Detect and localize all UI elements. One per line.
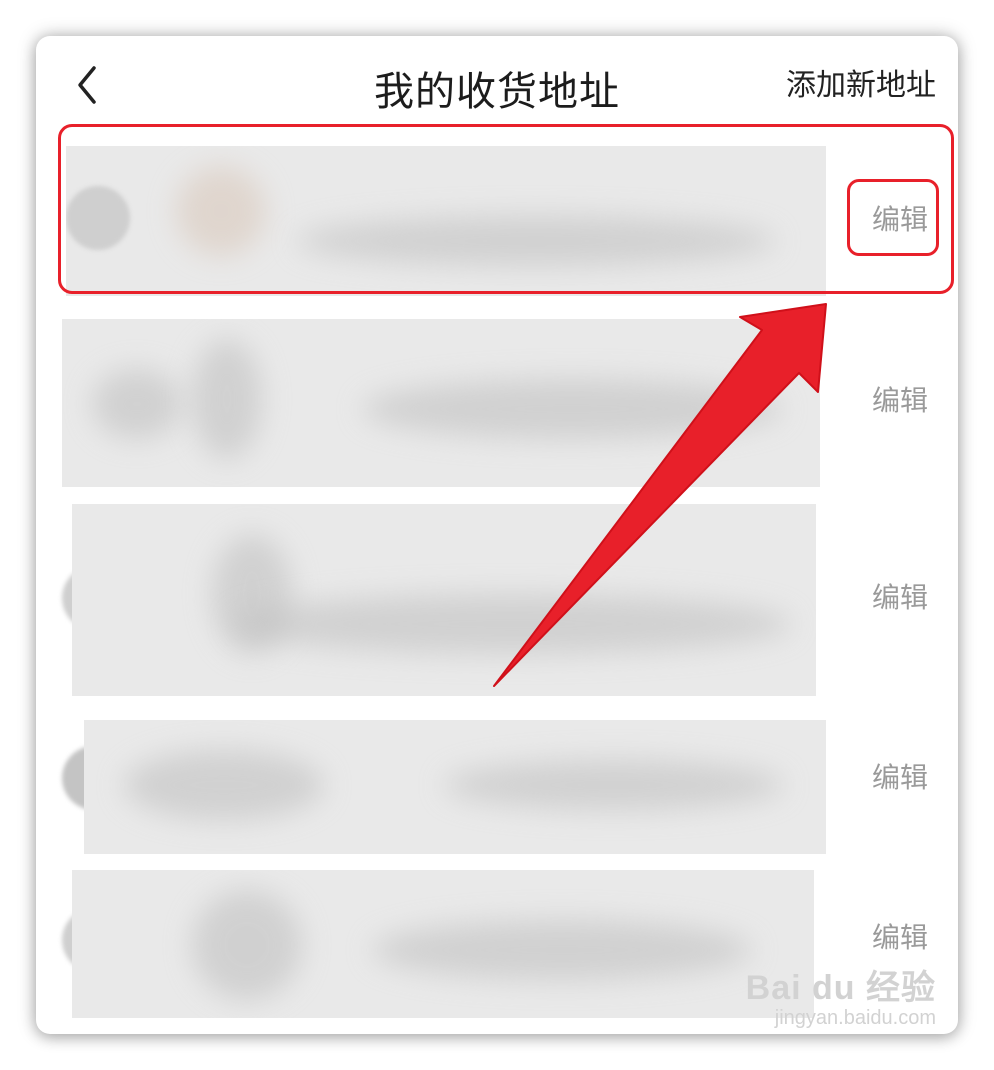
- address-list-screen: 我的收货地址 添加新地址 编辑 编辑 编辑 编辑 编辑 Bai du 经验 ji…: [36, 36, 958, 1034]
- watermark-logo: Bai du 经验: [745, 969, 936, 1007]
- edit-button[interactable]: 编辑: [872, 379, 928, 419]
- address-info-blurred: [62, 319, 820, 487]
- address-item[interactable]: 编辑: [36, 504, 958, 696]
- address-item[interactable]: 编辑: [36, 319, 958, 487]
- address-info-blurred: [84, 720, 826, 854]
- add-new-address-button[interactable]: 添加新地址: [786, 60, 936, 104]
- address-item[interactable]: 编辑: [36, 720, 958, 854]
- edit-button[interactable]: 编辑: [872, 756, 928, 796]
- address-item[interactable]: 编辑: [36, 146, 958, 296]
- address-info-blurred: [72, 870, 814, 1018]
- edit-button[interactable]: 编辑: [872, 576, 928, 616]
- watermark-url: jingyan.baidu.com: [774, 1007, 936, 1029]
- edit-button[interactable]: 编辑: [872, 916, 928, 956]
- baidu-jingyan-watermark: Bai du 经验 jingyan.baidu.com: [746, 960, 936, 1030]
- address-info-blurred: [66, 146, 826, 296]
- address-info-blurred: [72, 504, 816, 696]
- edit-button[interactable]: 编辑: [872, 198, 928, 238]
